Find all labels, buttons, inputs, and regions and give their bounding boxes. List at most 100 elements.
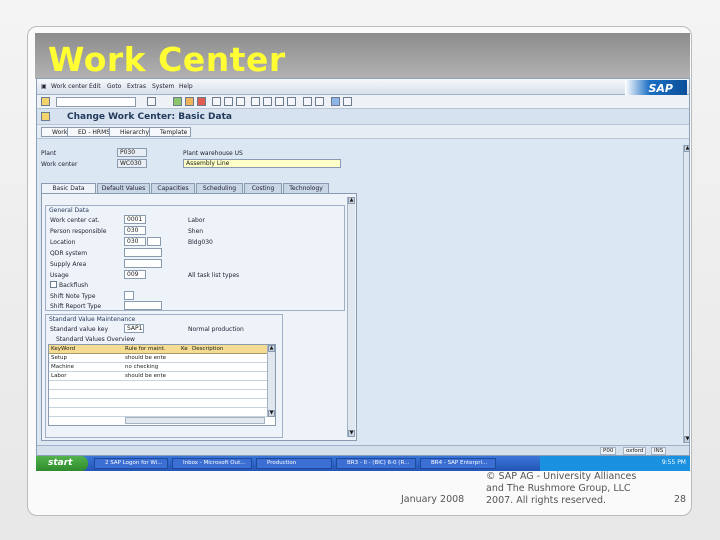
template-button[interactable]: Template (149, 127, 192, 137)
footer-copyright-line: © SAP AG - University Alliances (486, 471, 637, 482)
basic-data-panel: General Data Work center cat. 0001 Labor… (41, 193, 357, 441)
print-icon[interactable] (212, 97, 221, 106)
qdr-system-field[interactable] (124, 248, 162, 257)
menu-item-goto[interactable]: Goto (107, 83, 121, 90)
table-horizontal-scrollbar[interactable] (125, 417, 265, 424)
standard-value-key-label: Standard value key (50, 326, 109, 333)
standard-values-table: KeyWord Rule for maint. Ke Description S… (48, 344, 276, 426)
help-icon[interactable] (331, 97, 340, 106)
status-bar: P00 oxford INS (37, 445, 689, 455)
shift-report-type-field[interactable] (124, 301, 162, 310)
table-vertical-scrollbar[interactable]: ▲ ▼ (267, 345, 275, 417)
windows-taskbar: start 2 SAP Logon for Wi... Inbox - Micr… (36, 456, 690, 471)
tab-default-values[interactable]: Default Values (97, 183, 150, 193)
menu-icon[interactable]: ▣ (41, 83, 47, 90)
menu-item-system[interactable]: System (152, 83, 174, 90)
tab-scheduling[interactable]: Scheduling (196, 183, 243, 193)
row-rule: no checking (125, 364, 159, 370)
row-keyword: Labor (51, 373, 67, 379)
last-page-icon[interactable] (287, 97, 296, 106)
work-center-cat-field[interactable]: 0001 (124, 215, 146, 224)
screen-title: Change Work Center: Basic Data (67, 112, 232, 122)
scroll-up-icon[interactable]: ▲ (684, 145, 689, 152)
menu-tree-icon[interactable] (41, 112, 50, 121)
standard-values-overview-label: Standard Values Overview (56, 336, 135, 343)
scroll-down-icon[interactable]: ▼ (348, 430, 355, 437)
table-row[interactable]: Machine no checking (49, 363, 275, 372)
menu-item-extras[interactable]: Extras (127, 83, 146, 90)
work-center-cat-desc: Labor (188, 217, 205, 224)
application-toolbar: Work center ED - HRMS Hierarchy Template (37, 125, 689, 139)
location-field[interactable]: 030 (124, 237, 146, 246)
scroll-up-icon[interactable]: ▲ (348, 197, 355, 204)
table-row[interactable]: Setup should be ente (49, 354, 275, 363)
menu-item-edit[interactable]: Edit (89, 83, 101, 90)
tab-basic-data[interactable]: Basic Data (41, 183, 96, 193)
find-next-icon[interactable] (236, 97, 245, 106)
location-search-field[interactable] (147, 237, 161, 246)
person-responsible-field[interactable]: 030 (124, 226, 146, 235)
slide-title: Work Center (48, 40, 286, 79)
location-desc: Bldg030 (188, 239, 213, 246)
shortcut-icon[interactable] (315, 97, 324, 106)
scroll-down-icon[interactable]: ▼ (684, 436, 689, 443)
table-row[interactable] (49, 381, 275, 390)
next-page-icon[interactable] (275, 97, 284, 106)
menu-item-workcenter[interactable]: Work center (51, 83, 87, 90)
enter-icon[interactable] (41, 97, 50, 106)
start-button[interactable]: start (36, 456, 88, 471)
taskbar-item[interactable]: Production (256, 458, 332, 469)
status-mode: INS (651, 447, 667, 455)
shift-note-type-field[interactable] (124, 291, 134, 300)
usage-field[interactable]: 009 (124, 270, 146, 279)
row-keyword: Machine (51, 364, 75, 370)
column-header-keyword: KeyWord (51, 346, 76, 352)
panel-vertical-scrollbar[interactable]: ▲ ▼ (347, 197, 355, 437)
table-row[interactable] (49, 399, 275, 408)
supply-area-label: Supply Area (50, 261, 87, 268)
work-center-cat-label: Work center cat. (50, 217, 100, 224)
taskbar-item[interactable]: 2 SAP Logon for Wi... (94, 458, 168, 469)
exit-icon[interactable] (185, 97, 194, 106)
screen-title-row: Change Work Center: Basic Data (37, 109, 689, 125)
hierarchy-button[interactable]: Hierarchy (109, 127, 154, 137)
find-icon[interactable] (224, 97, 233, 106)
table-row[interactable] (49, 408, 275, 417)
scroll-down-icon[interactable]: ▼ (268, 410, 275, 417)
supply-area-field[interactable] (124, 259, 162, 268)
tab-costing[interactable]: Costing (244, 183, 282, 193)
standard-value-key-field[interactable]: SAP1 (124, 324, 144, 333)
tab-technology[interactable]: Technology (283, 183, 329, 193)
clock: 9:55 PM (661, 459, 686, 466)
layout-icon[interactable] (343, 97, 352, 106)
column-header-description: Description (192, 346, 224, 352)
status-server: oxford (623, 447, 647, 455)
window-vertical-scrollbar[interactable]: ▲ ▼ (683, 145, 689, 443)
taskbar-item[interactable]: BR3 - II - (BIC) 6-0 (R... (336, 458, 416, 469)
new-session-icon[interactable] (303, 97, 312, 106)
scroll-up-icon[interactable]: ▲ (268, 345, 275, 352)
plant-label: Plant (41, 150, 57, 157)
menu-item-help[interactable]: Help (179, 83, 193, 90)
back-icon[interactable] (173, 97, 182, 106)
hrms-button[interactable]: ED - HRMS (67, 127, 115, 137)
shift-note-type-label: Shift Note Type (50, 293, 96, 300)
tab-capacities[interactable]: Capacities (151, 183, 195, 193)
cancel-icon[interactable] (197, 97, 206, 106)
location-label: Location (50, 239, 76, 246)
footer-copyright-line: and The Rushmore Group, LLC (486, 483, 631, 494)
first-page-icon[interactable] (251, 97, 260, 106)
previous-page-icon[interactable] (263, 97, 272, 106)
work-center-label: Work center (41, 161, 78, 168)
work-center-description-field[interactable]: Assembly Line (183, 159, 341, 168)
save-icon[interactable] (147, 97, 156, 106)
table-row[interactable] (49, 390, 275, 399)
taskbar-item[interactable]: BR4 - SAP Enterpri... (420, 458, 496, 469)
main-area: Plant P030 Plant warehouse US Work cente… (37, 140, 689, 447)
standard-value-title: Standard Value Maintenance (49, 316, 136, 323)
table-row[interactable]: Labor should be ente (49, 372, 275, 381)
command-field[interactable] (56, 97, 136, 107)
general-data-title: General Data (49, 207, 89, 214)
taskbar-item[interactable]: Inbox - Microsoft Out... (172, 458, 252, 469)
backflush-checkbox[interactable] (50, 281, 57, 288)
